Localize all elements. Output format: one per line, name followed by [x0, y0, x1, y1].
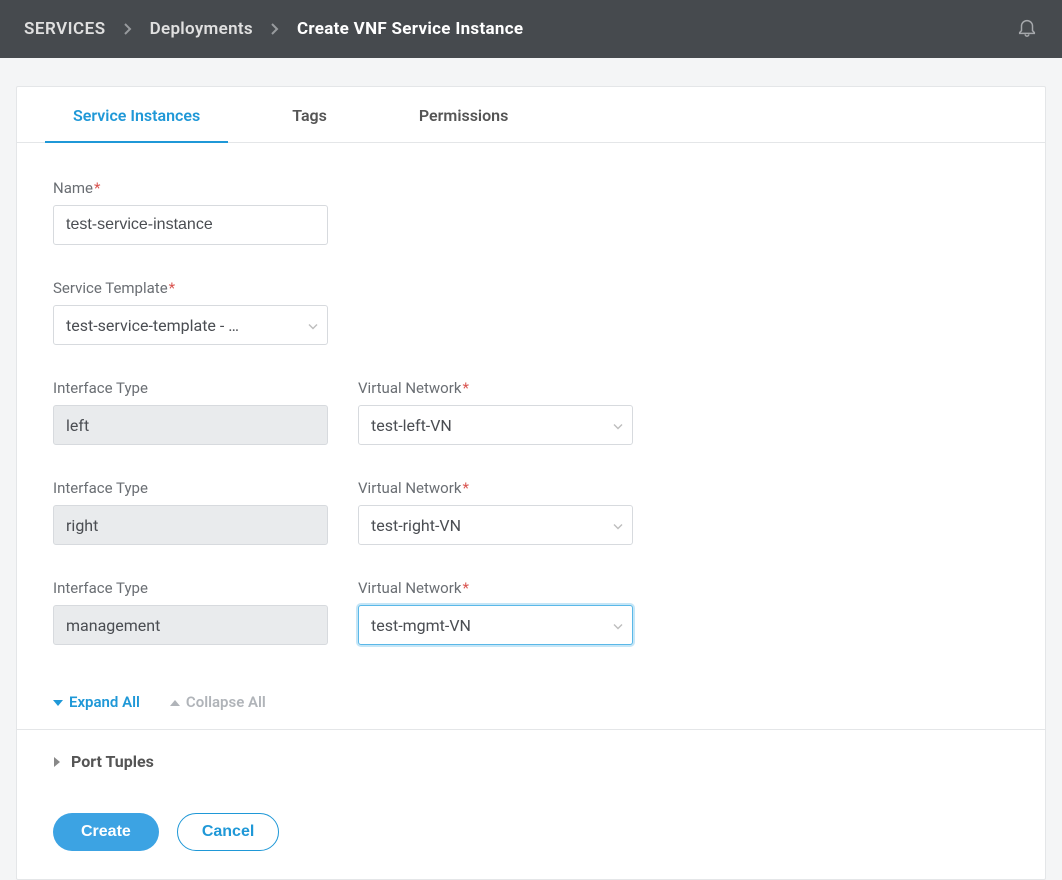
bell-icon[interactable]	[1016, 16, 1038, 42]
cancel-button[interactable]: Cancel	[177, 813, 279, 851]
page-header: SERVICES Deployments Create VNF Service …	[0, 0, 1062, 58]
port-tuples-label: Port Tuples	[71, 752, 154, 771]
tab-permissions[interactable]: Permissions	[391, 88, 536, 143]
create-button[interactable]: Create	[53, 813, 159, 851]
virtual-network-label: Virtual Network*	[358, 379, 633, 397]
breadcrumb-current: Create VNF Service Instance	[297, 19, 523, 39]
interface-type-value: left	[53, 405, 328, 445]
breadcrumb-services[interactable]: SERVICES	[24, 19, 106, 39]
caret-down-icon	[53, 693, 63, 711]
virtual-network-label: Virtual Network*	[358, 579, 633, 597]
expand-collapse-controls: Expand All Collapse All	[17, 687, 1045, 729]
caret-up-icon	[170, 693, 180, 711]
expand-all-button[interactable]: Expand All	[53, 693, 140, 711]
virtual-network-select[interactable]: test-mgmt-VN	[358, 605, 633, 645]
service-template-label: Service Template*	[53, 279, 328, 297]
virtual-network-select[interactable]: test-left-VN	[358, 405, 633, 445]
chevron-right-icon	[271, 23, 279, 35]
tab-tags[interactable]: Tags	[264, 88, 355, 143]
main-card: Service Instances Tags Permissions Name*…	[16, 86, 1046, 880]
virtual-network-label: Virtual Network*	[358, 479, 633, 497]
form-footer: Create Cancel	[17, 793, 1045, 879]
caret-right-icon	[53, 752, 61, 771]
form-area: Name* Service Template* test-service-tem…	[17, 143, 1045, 687]
interface-type-value: management	[53, 605, 328, 645]
tab-service-instances[interactable]: Service Instances	[45, 88, 228, 143]
interface-type-label: Interface Type	[53, 379, 328, 397]
virtual-network-select[interactable]: test-right-VN	[358, 505, 633, 545]
name-input[interactable]	[53, 205, 328, 245]
collapse-all-button[interactable]: Collapse All	[170, 693, 266, 711]
breadcrumb: SERVICES Deployments Create VNF Service …	[24, 19, 1016, 39]
service-template-select[interactable]: test-service-template - …	[53, 305, 328, 345]
interface-type-value: right	[53, 505, 328, 545]
name-label: Name*	[53, 179, 328, 197]
interface-type-label: Interface Type	[53, 579, 328, 597]
port-tuples-section[interactable]: Port Tuples	[17, 729, 1045, 793]
chevron-right-icon	[124, 23, 132, 35]
interface-type-label: Interface Type	[53, 479, 328, 497]
tab-bar: Service Instances Tags Permissions	[17, 87, 1045, 143]
breadcrumb-deployments[interactable]: Deployments	[150, 19, 253, 39]
